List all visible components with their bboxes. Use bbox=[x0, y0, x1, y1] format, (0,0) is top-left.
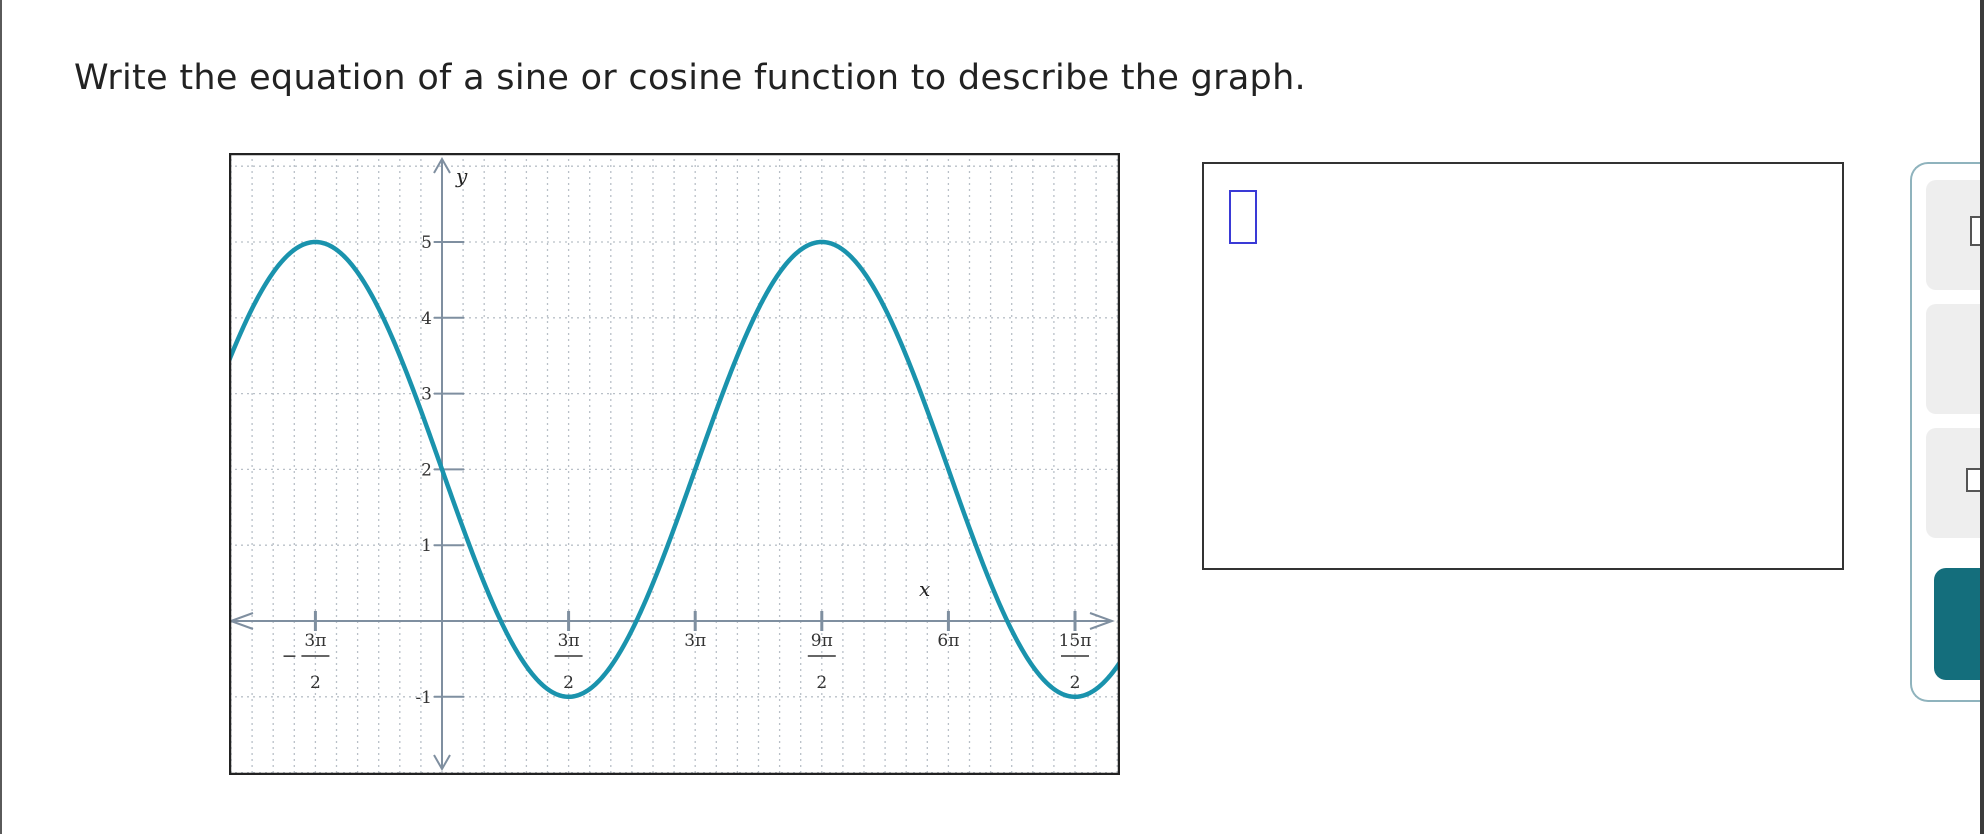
y-tick-label: 2 bbox=[421, 460, 432, 480]
right-border bbox=[1980, 0, 1984, 834]
left-border bbox=[0, 0, 2, 834]
answer-area[interactable] bbox=[1202, 162, 1844, 570]
graph-svg: 54321-13π2−3π23π 9π26π 15π2xy bbox=[229, 153, 1120, 775]
x-tick-numerator: 9π bbox=[811, 631, 833, 651]
x-tick-numerator: 3π bbox=[684, 631, 706, 651]
x-tick-denominator: 2 bbox=[1070, 673, 1081, 693]
y-tick-label: 4 bbox=[421, 309, 432, 329]
y-tick-label: 5 bbox=[421, 233, 432, 253]
y-tick-label: 1 bbox=[421, 536, 432, 556]
math-toolbar bbox=[1910, 162, 1984, 702]
x-tick-numerator: 3π bbox=[304, 631, 326, 651]
submit-action-button[interactable] bbox=[1934, 568, 1984, 680]
y-tick-label: 3 bbox=[421, 385, 432, 405]
exponent-tool-button[interactable] bbox=[1926, 180, 1984, 290]
x-tick-numerator: 15π bbox=[1059, 631, 1092, 651]
y-tick-label: -1 bbox=[415, 688, 432, 708]
subscript-tool-button[interactable] bbox=[1926, 428, 1984, 538]
sinusoid-graph: 5 4 3 2 1 -1 3π 2−3π 2 3π 9π 2 6π 15π 2 x y bbox=[229, 153, 1120, 775]
fraction-tool-button[interactable] bbox=[1926, 304, 1984, 414]
question-prompt: Write the equation of a sine or cosine f… bbox=[74, 58, 1306, 98]
x-tick-numerator: 6π bbox=[937, 631, 959, 651]
x-tick-numerator: 3π bbox=[558, 631, 580, 651]
x-tick-sign: − bbox=[281, 645, 297, 667]
y-axis-label: y bbox=[455, 164, 468, 188]
x-axis-label: x bbox=[919, 577, 930, 601]
x-tick-denominator: 2 bbox=[310, 673, 321, 693]
answer-input-slot[interactable] bbox=[1229, 190, 1257, 244]
x-tick-denominator: 2 bbox=[563, 673, 574, 693]
x-tick-denominator: 2 bbox=[816, 673, 827, 693]
